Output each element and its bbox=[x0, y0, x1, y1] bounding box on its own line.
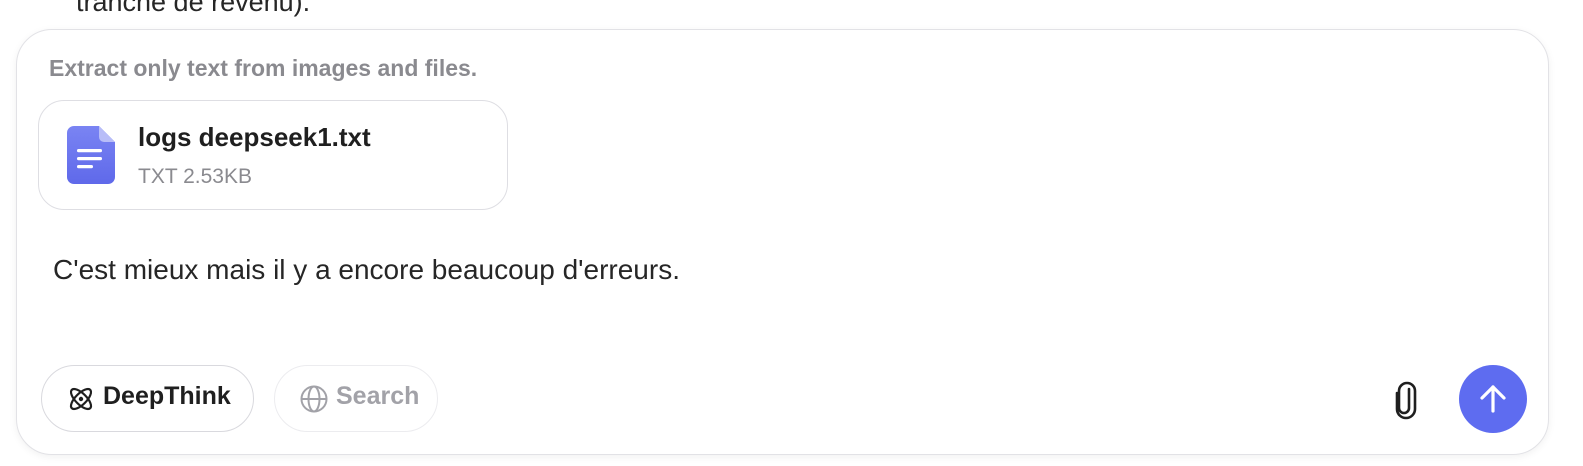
deepthink-button[interactable]: DeepThink bbox=[41, 365, 254, 432]
globe-icon bbox=[300, 385, 328, 413]
composer-hint: Extract only text from images and files. bbox=[49, 55, 478, 81]
send-button[interactable] bbox=[1459, 365, 1527, 433]
attach-button[interactable] bbox=[1387, 380, 1425, 420]
paperclip-icon bbox=[1395, 381, 1417, 420]
deepthink-label: DeepThink bbox=[103, 382, 231, 410]
chat-page: tranche de revenu). Extract only text fr… bbox=[0, 0, 1583, 466]
document-icon bbox=[67, 126, 115, 184]
arrow-up-icon bbox=[1480, 385, 1506, 413]
search-label: Search bbox=[336, 382, 420, 410]
search-button[interactable]: Search bbox=[274, 365, 438, 432]
attachment-meta: TXT 2.53KB bbox=[138, 165, 253, 188]
message-input[interactable]: C'est mieux mais il y a encore beaucoup … bbox=[53, 254, 680, 286]
atom-icon bbox=[69, 387, 93, 411]
attachment-filename: logs deepseek1.txt bbox=[138, 122, 371, 152]
attachment-card[interactable]: logs deepseek1.txt TXT 2.53KB bbox=[38, 100, 508, 210]
message-composer[interactable]: Extract only text from images and files.… bbox=[16, 29, 1549, 455]
previous-message-text: tranche de revenu). bbox=[76, 0, 311, 17]
